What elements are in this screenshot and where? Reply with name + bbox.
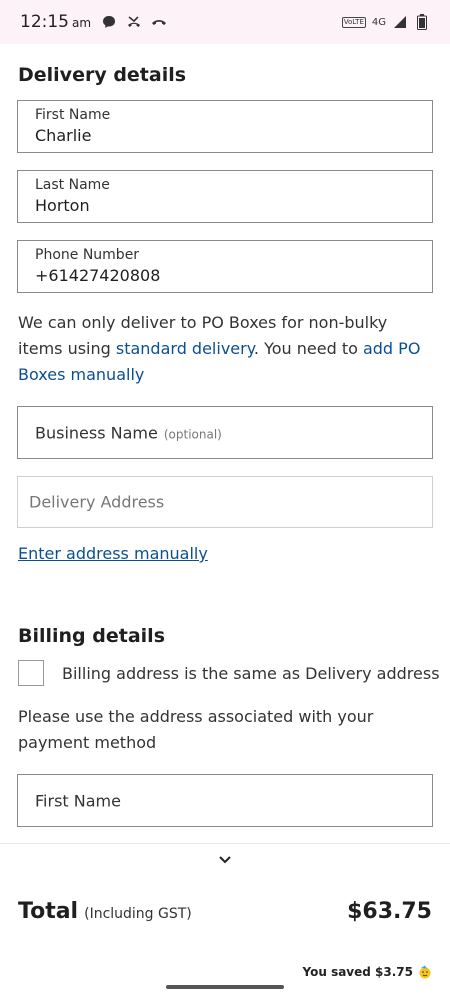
- first-name-field[interactable]: First Name Charlie: [17, 100, 433, 153]
- home-indicator[interactable]: [166, 985, 284, 989]
- order-summary-panel: Total (Including GST) $63.75 You saved $…: [0, 843, 450, 1000]
- phone-number-label: Phone Number: [35, 247, 140, 263]
- billing-details-title: Billing details: [18, 625, 165, 647]
- chevron-down-icon[interactable]: [217, 854, 233, 866]
- delivery-details-title: Delivery details: [18, 64, 187, 86]
- savings-row: You saved $3.75: [303, 965, 432, 979]
- optional-tag: (optional): [163, 427, 222, 441]
- gst-label: (Including GST): [84, 906, 192, 922]
- business-name-label: Business Name (optional): [35, 423, 222, 442]
- phone-number-value[interactable]: +61427420808: [35, 266, 160, 285]
- last-name-label: Last Name: [35, 177, 110, 193]
- total-amount: $63.75: [347, 899, 432, 924]
- billing-first-name-field[interactable]: First Name: [17, 774, 433, 827]
- chat-bubble-icon: [101, 14, 117, 30]
- delivery-address-placeholder: Delivery Address: [29, 492, 165, 512]
- last-name-value[interactable]: Horton: [35, 196, 90, 215]
- missed-call-icon: [126, 14, 142, 30]
- first-name-label: First Name: [35, 107, 111, 123]
- volte-icon: VoLTE: [341, 16, 366, 28]
- signal-icon: [392, 14, 408, 30]
- billing-same-label[interactable]: Billing address is the same as Delivery …: [62, 664, 440, 683]
- enter-address-manually-link[interactable]: Enter address manually: [18, 544, 208, 563]
- billing-notice: Please use the address associated with y…: [18, 707, 374, 752]
- status-bar: 12:15 am VoLTE 4G: [0, 0, 450, 44]
- status-time: 12:15 am: [20, 12, 92, 32]
- first-name-value[interactable]: Charlie: [35, 126, 91, 145]
- billing-same-checkbox[interactable]: [18, 660, 44, 686]
- billing-same-row[interactable]: Billing address is the same as Delivery …: [18, 660, 440, 686]
- standard-delivery-link[interactable]: standard delivery: [116, 339, 254, 358]
- billing-first-name-label: First Name: [35, 791, 121, 810]
- party-icon: [419, 965, 431, 979]
- phone-number-field[interactable]: Phone Number +61427420808: [17, 240, 433, 293]
- call-icon: [151, 14, 167, 30]
- last-name-field[interactable]: Last Name Horton: [17, 170, 433, 223]
- battery-icon: [414, 14, 430, 30]
- savings-text: You saved $3.75: [302, 965, 413, 979]
- network-type: 4G: [371, 16, 386, 28]
- po-box-notice: We can only deliver to PO Boxes for non-…: [18, 313, 421, 384]
- business-name-field[interactable]: Business Name (optional): [17, 406, 433, 459]
- total-label: Total: [18, 899, 79, 924]
- total-row: Total (Including GST) $63.75: [18, 899, 432, 924]
- delivery-address-field[interactable]: Delivery Address: [17, 476, 433, 528]
